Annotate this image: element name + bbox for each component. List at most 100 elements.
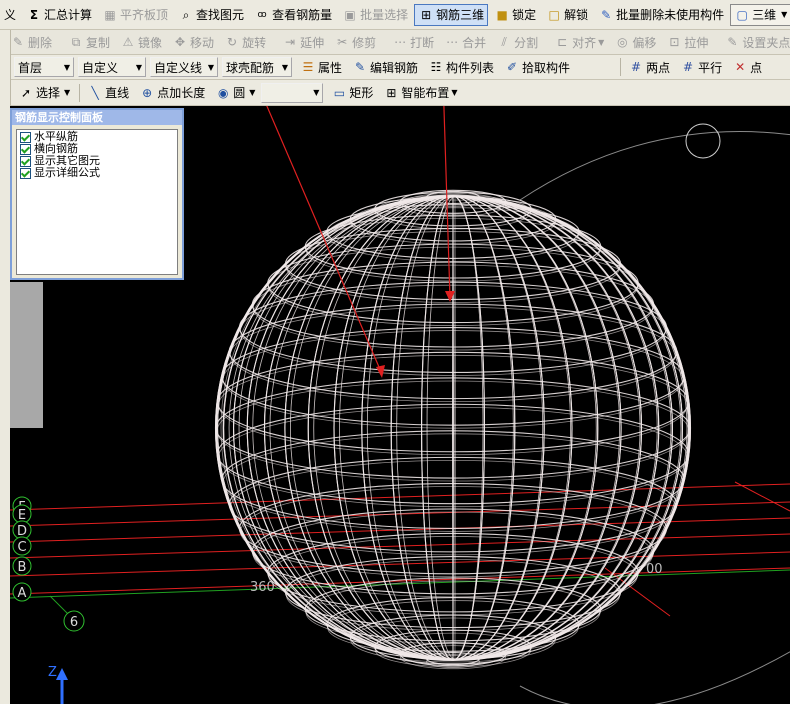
split-icon: ⫽	[501, 35, 507, 49]
align-slab-top-button[interactable]: ▦ 平齐板顶	[98, 4, 172, 26]
z-axis-label: Z	[48, 665, 57, 680]
axis-label-6: 6	[70, 615, 78, 630]
outer-ring-arc	[519, 651, 790, 704]
circle-dropdown[interactable]: ◉ 圆 ▼	[211, 82, 259, 104]
slab-edge	[10, 282, 43, 428]
meridian-rebar	[451, 195, 455, 661]
rectangle-icon: ▭	[333, 85, 346, 100]
split-button[interactable]: ⫽ 分割	[492, 31, 542, 53]
menu-fragment[interactable]: 义	[0, 4, 20, 26]
axis-label-C: C	[17, 540, 26, 555]
grid-3d-icon: ⊞	[421, 7, 432, 22]
set-grip-button[interactable]: ✎ 设置夹点	[720, 31, 790, 53]
rotate-button[interactable]: ↻ 旋转	[220, 31, 270, 53]
checkbox[interactable]	[20, 155, 31, 167]
copy-button[interactable]: ⧉ 复制	[64, 31, 114, 53]
component-select[interactable]: 球壳配筋 ▼	[222, 57, 292, 77]
copy-icon: ⧉	[71, 35, 81, 49]
select-dropdown[interactable]: ➚ 选择 ▼	[14, 82, 74, 104]
mirror-button[interactable]: ⚠ 镜像	[116, 31, 166, 53]
outer-ring-arc	[519, 131, 790, 201]
smart-layout-icon: ⊞	[386, 85, 397, 100]
align-left-icon: ⊏	[557, 35, 568, 49]
parallel-icon: #	[683, 60, 694, 74]
merge-icon: ⋯	[446, 35, 459, 49]
lock-icon: ■	[496, 7, 508, 22]
trim-button[interactable]: ✂ 修剪	[330, 31, 380, 53]
offset-button[interactable]: ◎ 偏移	[610, 31, 660, 53]
grip-icon: ✎	[727, 35, 738, 49]
edit-rebar-button[interactable]: ✎ 编辑钢筋	[348, 56, 422, 78]
view-rebar-quantity-button[interactable]: ꝏ 查看钢筋量	[250, 4, 336, 26]
chevron-down-icon: ▼	[313, 88, 320, 97]
parallel-button[interactable]: # 平行	[676, 56, 726, 78]
stretch-icon: ⊡	[669, 35, 680, 49]
chevron-down-icon: ▼	[451, 88, 458, 97]
option-select[interactable]: ▼	[261, 82, 324, 103]
batch-delete-unused-button[interactable]: ✎ 批量删除未使用构件	[594, 4, 728, 26]
align-dropdown[interactable]: ⊏ 对齐 ▼	[550, 31, 608, 53]
dimension-text-right: 00	[646, 562, 663, 577]
extend-icon: ⇥	[285, 35, 296, 49]
checkbox[interactable]	[20, 143, 31, 155]
point-angle-icon: ✕	[735, 60, 746, 74]
checkbox[interactable]	[20, 131, 31, 143]
glasses-icon: ꝏ	[257, 9, 267, 20]
rebar-display-panel[interactable]: 钢筋显示控制面板 水平纵筋 横向钢筋 显示其它图元 显示详细公式	[10, 108, 184, 280]
delete-button[interactable]: ✎ 删除	[6, 31, 56, 53]
pick-component-button[interactable]: ✐ 拾取构件	[500, 56, 574, 78]
find-element-button[interactable]: ⌕ 查找图元	[174, 4, 248, 26]
panel-title: 钢筋显示控制面板	[12, 110, 182, 125]
unlock-button[interactable]: □ 解锁	[542, 4, 592, 26]
rotate-icon: ↻	[227, 35, 238, 49]
line-button[interactable]: ╲ 直线	[83, 82, 133, 104]
edit-toolbar: ✎ 删除 ⧉ 复制 ⚠ 镜像 ✥ 移动 ↻ 旋转 ⇥ 延伸 ✂ 修剪 ⋯ 打断 ⋯ 合并 ⫽ 分割 …	[0, 30, 790, 55]
chevron-down-icon: ▼	[598, 37, 605, 47]
separator	[620, 58, 622, 76]
type-select[interactable]: 自定义 ▼	[78, 57, 146, 77]
smart-layout-dropdown[interactable]: ⊞ 智能布置 ▼	[379, 82, 461, 104]
cube-icon: ▢	[736, 7, 748, 22]
two-point-button[interactable]: # 两点	[624, 56, 674, 78]
pointer-arrowhead	[376, 365, 385, 378]
point-length-button[interactable]: ⊕ 点加长度	[135, 82, 209, 104]
point-button[interactable]: ✕ 点	[728, 56, 766, 78]
circle-icon: ◉	[217, 85, 229, 100]
z-axis-arrowhead	[56, 668, 68, 680]
stretch-button[interactable]: ⊡ 拉伸	[662, 31, 712, 53]
move-button[interactable]: ✥ 移动	[168, 31, 218, 53]
trim-icon: ✂	[337, 35, 348, 49]
lock-button[interactable]: ■ 锁定	[490, 4, 540, 26]
option-show-formula[interactable]: 显示详细公式	[20, 167, 174, 179]
list-icon: ☷	[430, 60, 442, 74]
sigma-icon: Σ	[29, 7, 39, 22]
binoculars-icon: ⌕	[182, 7, 190, 22]
pencil-icon: ✎	[601, 7, 612, 22]
3d-view-dropdown[interactable]: ▢ 三维 ▼	[730, 3, 790, 26]
grid-axis-leader	[49, 595, 71, 617]
eraser-icon: ✎	[12, 35, 24, 49]
checkbox[interactable]	[20, 167, 31, 179]
properties-button[interactable]: ☰ 属性	[296, 56, 346, 78]
subtype-select[interactable]: 自定义线 ▼	[150, 57, 218, 77]
component-list-button[interactable]: ☷ 构件列表	[424, 56, 498, 78]
properties-icon: ☰	[302, 60, 314, 74]
batch-select-button[interactable]: ▣ 批量选择	[338, 4, 412, 26]
two-point-icon: #	[631, 60, 642, 74]
floor-select[interactable]: 首层 ▼	[14, 57, 74, 77]
batch-select-icon: ▣	[344, 7, 356, 22]
extend-button[interactable]: ⇥ 延伸	[278, 31, 328, 53]
break-button[interactable]: ⋯ 打断	[388, 31, 438, 53]
cursor-icon: ➚	[20, 85, 32, 100]
merge-button[interactable]: ⋯ 合并	[440, 31, 490, 53]
chevron-down-icon: ▼	[135, 62, 142, 72]
unlock-icon: □	[548, 7, 560, 22]
main-toolbar: 义 Σ 汇总计算 ▦ 平齐板顶 ⌕ 查找图元 ꝏ 查看钢筋量 ▣ 批量选择 ⊞ 钢筋三维 ■…	[0, 0, 790, 30]
rectangle-button[interactable]: ▭ 矩形	[327, 82, 377, 104]
eyedropper-icon: ✐	[507, 60, 518, 74]
line-icon: ╲	[91, 85, 99, 100]
rebar-3d-button[interactable]: ⊞ 钢筋三维	[414, 3, 489, 26]
mirror-icon: ⚠	[122, 35, 134, 49]
offset-icon: ◎	[617, 35, 628, 49]
summary-calc-button[interactable]: Σ 汇总计算	[22, 4, 96, 26]
